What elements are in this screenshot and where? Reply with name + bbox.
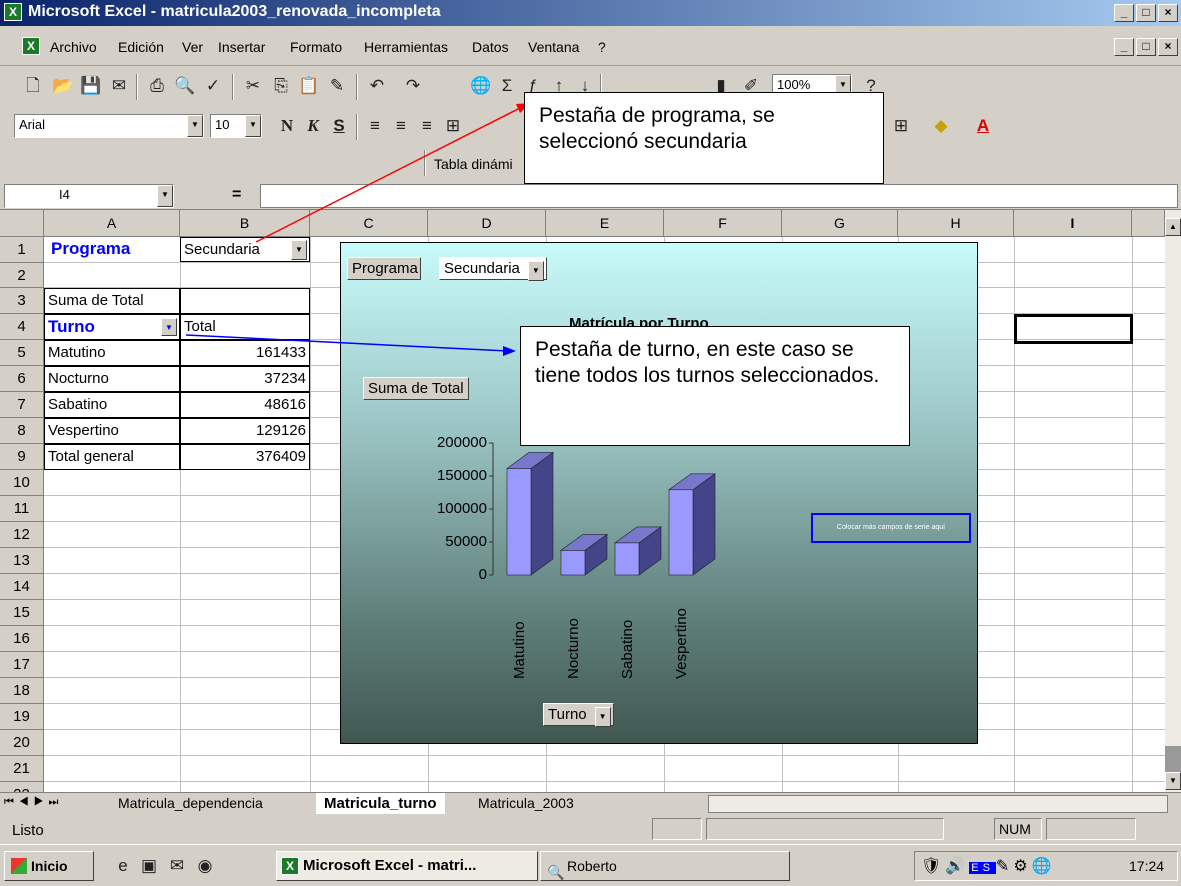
explorer-icon[interactable]: ▣	[138, 855, 160, 877]
callout-programa: Pestaña de programa, se seleccionó secun…	[524, 92, 884, 184]
scroll-down-icon[interactable]: ▼	[1165, 772, 1181, 790]
desktop-icon[interactable]: ◉	[194, 855, 216, 877]
tab-scroll-arrows[interactable]: ⏮◀▶⏭	[4, 796, 63, 809]
status-bar: Listo NUM	[0, 814, 1181, 844]
start-label: Inicio	[31, 858, 68, 874]
system-tray: 🛡🔊 ES ✎⚙🌐 17:24	[914, 851, 1178, 881]
scroll-up-icon[interactable]: ▲	[1165, 218, 1181, 236]
blue-arrow-head	[503, 346, 516, 356]
taskbar-roberto-button[interactable]: 🔍 Roberto	[540, 851, 790, 881]
callout-turno: Pestaña de turno, en este caso se tiene …	[520, 326, 910, 446]
windows-taskbar: Inicio e ▣ ✉ ◉ X Microsoft Excel - matri.…	[0, 844, 1181, 886]
num-lock-indicator: NUM	[994, 818, 1042, 840]
sheet-tab-matricula-2003[interactable]: Matricula_2003	[470, 793, 582, 813]
excel-task-label: Microsoft Excel - matri...	[303, 857, 477, 874]
horizontal-scrollbar[interactable]	[708, 795, 1168, 813]
blue-arrow-line	[185, 334, 509, 352]
ie-icon[interactable]: e	[112, 855, 134, 877]
vertical-scrollbar[interactable]: ▲ ▼	[1165, 210, 1181, 792]
excel-task-icon: X	[281, 857, 299, 875]
status-ready: Listo	[12, 822, 44, 839]
red-arrow-line	[255, 105, 525, 243]
sheet-tab-matricula-dependencia[interactable]: Matricula_dependencia	[110, 793, 271, 813]
outlook-icon[interactable]: ✉	[166, 855, 188, 877]
start-button[interactable]: Inicio	[4, 851, 94, 881]
clock: 17:24	[1129, 858, 1165, 874]
windows-logo-icon	[11, 858, 27, 874]
search-icon: 🔍	[547, 864, 565, 880]
language-es-icon[interactable]: ES	[969, 862, 996, 874]
roberto-task-label: Roberto	[567, 858, 617, 874]
sheet-tab-bar: ⏮◀▶⏭ Matricula_dependencia Matricula_tur…	[0, 792, 1181, 814]
sheet-tab-matricula-turno[interactable]: Matricula_turno	[316, 793, 445, 814]
tray-icons[interactable]: 🛡🔊 ES ✎⚙🌐	[921, 856, 1056, 876]
taskbar-excel-button[interactable]: X Microsoft Excel - matri...	[276, 851, 538, 881]
